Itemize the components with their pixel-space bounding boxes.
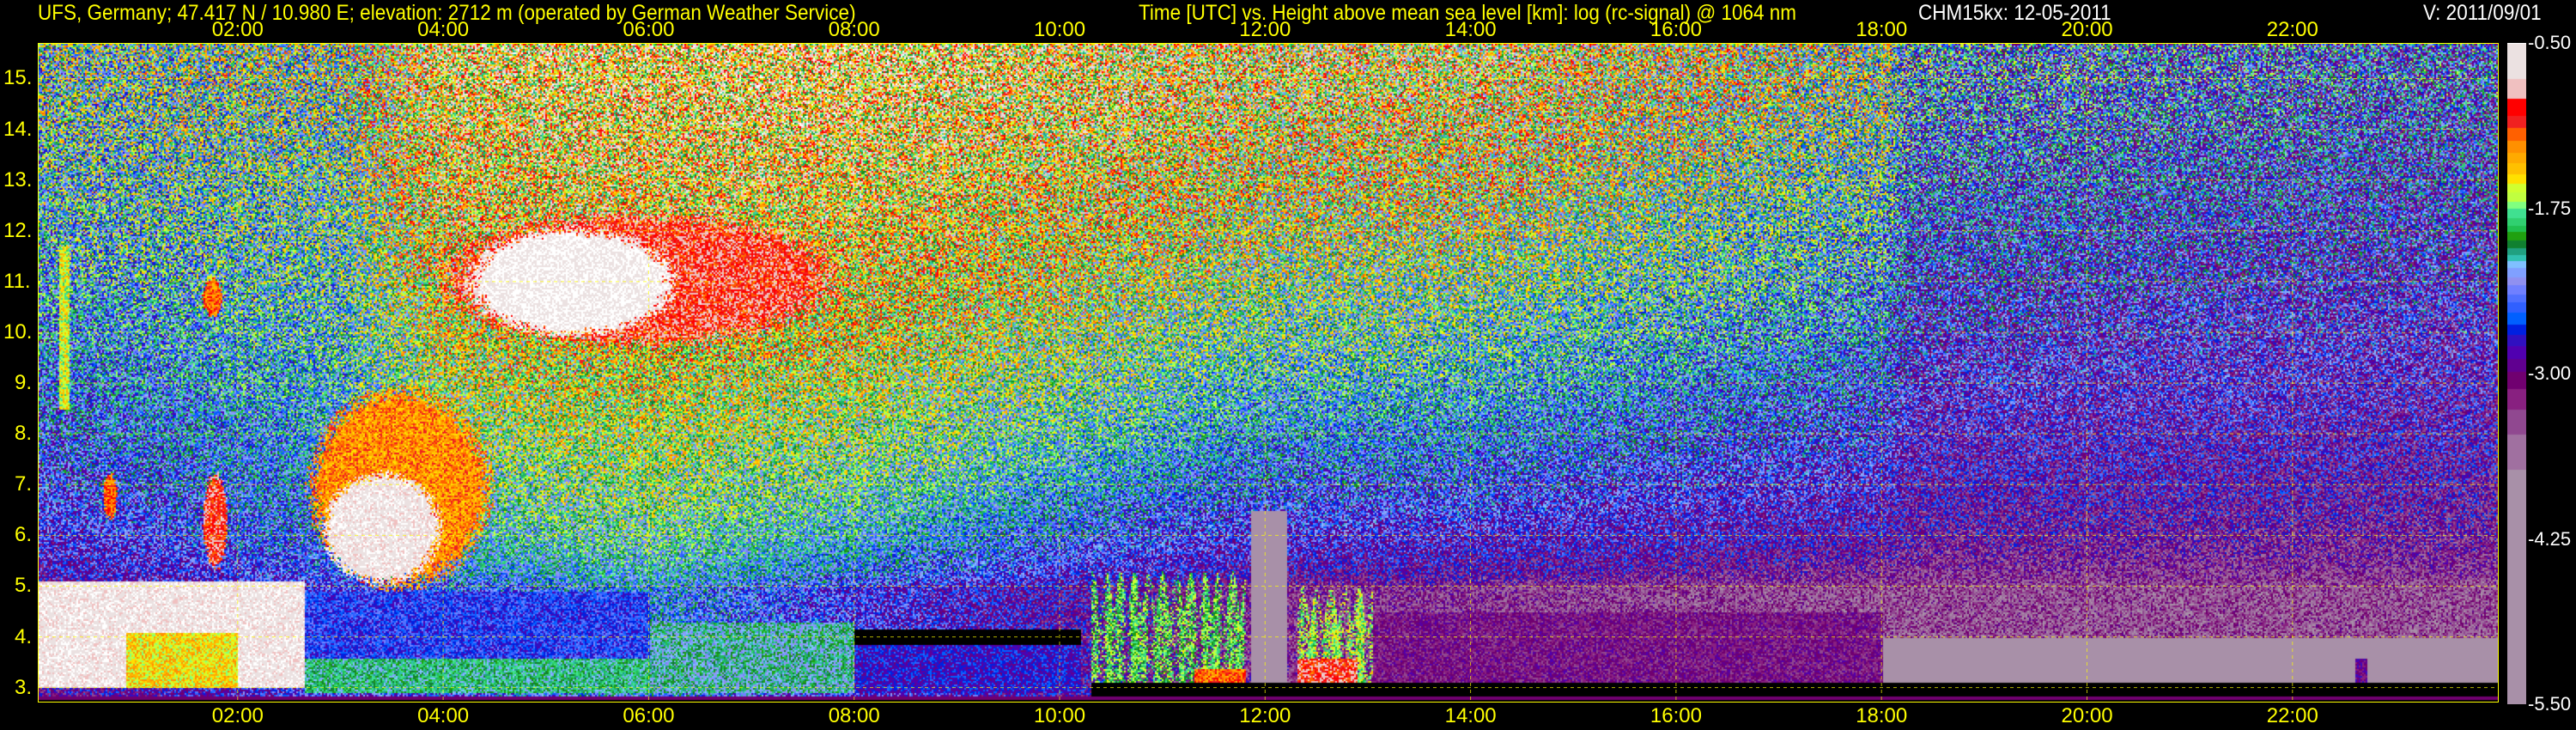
x-tick-label-bottom: 12:00	[1239, 704, 1291, 727]
y-tick-label: 4.	[15, 624, 33, 648]
y-tick-label: 9.	[15, 371, 33, 395]
x-tick-label-top: 04:00	[417, 18, 470, 41]
y-tick-label: 13.	[3, 167, 33, 192]
x-tick-label-bottom: 14:00	[1444, 704, 1497, 727]
colorbar-tick-label: -0.50	[2528, 32, 2572, 53]
version-label: V: 2011/09/01	[2423, 1, 2542, 25]
colorbar-tick-label: -4.25	[2528, 527, 2572, 550]
colorbar-tick-label: -5.50	[2528, 693, 2572, 715]
x-tick-label-top: 12:00	[1239, 18, 1291, 41]
grid-lines	[39, 44, 2498, 702]
x-tick-label-bottom: 02:00	[211, 704, 264, 727]
x-tick-label-bottom: 18:00	[1856, 704, 1908, 727]
x-tick-label-bottom: 04:00	[417, 704, 470, 727]
x-tick-label-bottom: 06:00	[623, 704, 675, 727]
x-tick-label-top: 06:00	[623, 18, 675, 41]
x-tick-label-top: 10:00	[1034, 18, 1086, 41]
x-tick-label-top: 16:00	[1649, 18, 1702, 41]
y-tick-label: 8.	[15, 422, 33, 446]
y-tick-label: 14.	[3, 117, 33, 141]
x-tick-label-top: 18:00	[1856, 18, 1908, 41]
colorbar	[2507, 43, 2526, 704]
x-tick-label-top: 02:00	[211, 18, 264, 41]
x-tick-label-bottom: 22:00	[2266, 704, 2318, 727]
x-tick-label-bottom: 20:00	[2061, 704, 2113, 727]
y-tick-label: 10.	[3, 319, 33, 344]
x-tick-label-top: 14:00	[1444, 18, 1497, 41]
y-tick-label: 3.	[15, 675, 33, 699]
plot-area	[38, 43, 2499, 703]
y-tick-label: 5.	[15, 574, 33, 598]
colorbar-tick-label: -1.75	[2528, 197, 2572, 219]
y-tick-label: 12.	[3, 218, 33, 242]
y-tick-label: 6.	[15, 523, 33, 547]
x-tick-label-bottom: 16:00	[1649, 704, 1702, 727]
x-tick-label-top: 22:00	[2266, 18, 2318, 41]
colorbar-tick-label: -3.00	[2528, 362, 2572, 384]
x-tick-label-bottom: 10:00	[1034, 704, 1086, 727]
x-tick-label-bottom: 08:00	[828, 704, 880, 727]
x-tick-label-top: 20:00	[2061, 18, 2113, 41]
y-tick-label: 15.	[3, 66, 33, 90]
y-tick-label: 7.	[15, 472, 33, 496]
y-tick-label: 11.	[3, 269, 31, 293]
x-tick-label-top: 08:00	[828, 18, 880, 41]
